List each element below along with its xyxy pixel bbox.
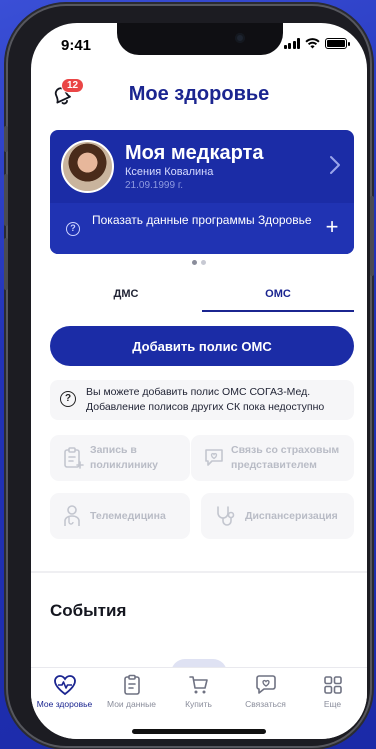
camera — [235, 33, 245, 43]
tabbar-item-contact[interactable]: Связаться — [232, 674, 299, 709]
section-divider — [31, 571, 367, 573]
wifi-icon — [305, 38, 320, 49]
info-banner: ? Вы можете добавить полис ОМС СОГАЗ-Мед… — [50, 380, 354, 420]
carousel-dots — [31, 260, 367, 265]
status-icons — [283, 38, 350, 49]
grid-icon — [323, 676, 342, 694]
tabbar-item-health[interactable]: Мое здоровье — [31, 674, 98, 709]
app-screen: 9:41 12 Мое здоровье Моя медкарта Ксения… — [31, 23, 367, 739]
tab-oms[interactable]: ОМС — [202, 282, 354, 312]
info-message: Вы можете добавить полис ОМС СОГАЗ-Мед. … — [86, 386, 325, 413]
mute-switch — [4, 126, 8, 152]
heart-pulse-icon — [53, 675, 76, 696]
birth-date: 21.09.1999 г. — [125, 180, 184, 191]
plus-icon[interactable]: + — [322, 216, 342, 238]
tabbar-label: Еще — [323, 699, 342, 709]
events-heading: События — [50, 601, 127, 620]
app-header: 12 Мое здоровье — [31, 71, 367, 115]
program-link-label: Показать данные программы Здоровье — [92, 213, 312, 227]
carousel-dot-active — [192, 260, 197, 265]
action-label: Телемедицина — [90, 510, 166, 522]
signal-icon — [283, 38, 300, 49]
patient-name: Ксения Ковалина — [125, 166, 214, 178]
power-button — [370, 196, 374, 276]
action-telemedicine[interactable]: Телемедицина — [50, 493, 190, 539]
clipboard-plus-icon — [64, 447, 84, 469]
avatar — [61, 140, 114, 193]
carousel-dot — [201, 260, 206, 265]
clipboard-icon — [123, 674, 140, 695]
tabbar-item-buy[interactable]: Купить — [165, 674, 232, 709]
notch — [117, 23, 283, 55]
page-title: Мое здоровье — [128, 83, 270, 105]
action-dispensary[interactable]: Диспансеризация — [201, 493, 354, 539]
battery-icon — [325, 38, 350, 49]
tab-dms[interactable]: ДМС — [50, 282, 202, 312]
status-time: 9:41 — [61, 37, 92, 54]
tabbar-label: Мое здоровье — [36, 699, 93, 709]
tabbar-label: Связаться — [245, 699, 286, 709]
medcard-header[interactable]: Моя медкарта Ксения Ковалина 21.09.1999 … — [50, 130, 354, 203]
action-label: Связь со страховым представителем — [231, 444, 340, 471]
home-indicator[interactable] — [132, 729, 266, 734]
action-label: Запись в поликлинику — [90, 444, 159, 471]
medcard-title: Моя медкарта — [125, 142, 264, 164]
cart-icon — [188, 676, 208, 694]
chat-heart-icon — [255, 675, 276, 694]
medcard-card[interactable]: Моя медкарта Ксения Ковалина 21.09.1999 … — [50, 130, 354, 254]
program-row[interactable]: ? Показать данные программы Здоровье + — [50, 203, 354, 254]
question-icon: ? — [66, 222, 80, 236]
action-label: Диспансеризация — [245, 510, 338, 522]
policy-tabs: ДМС ОМС — [50, 282, 354, 312]
volume-up-button — [4, 174, 8, 226]
action-appointment[interactable]: Запись в поликлинику — [50, 435, 190, 481]
add-policy-button[interactable]: Добавить полис ОМС — [50, 326, 354, 366]
question-icon: ? — [60, 391, 76, 407]
bottom-tabbar: Мое здоровье Мои данные Купить Связаться… — [31, 667, 367, 739]
chevron-right-icon[interactable] — [328, 154, 342, 176]
tabbar-item-more[interactable]: Еще — [299, 674, 366, 709]
phone-frame: 9:41 12 Мое здоровье Моя медкарта Ксения… — [4, 6, 374, 746]
chat-heart-icon — [205, 449, 223, 466]
stethoscope-icon — [217, 506, 235, 526]
volume-down-button — [4, 238, 8, 290]
tabbar-item-my-data[interactable]: Мои данные — [98, 674, 165, 709]
action-insurance-contact[interactable]: Связь со страховым представителем — [191, 435, 354, 481]
doctor-icon — [64, 505, 80, 526]
tabbar-label: Мои данные — [107, 699, 156, 709]
tabbar-label: Купить — [185, 699, 212, 709]
